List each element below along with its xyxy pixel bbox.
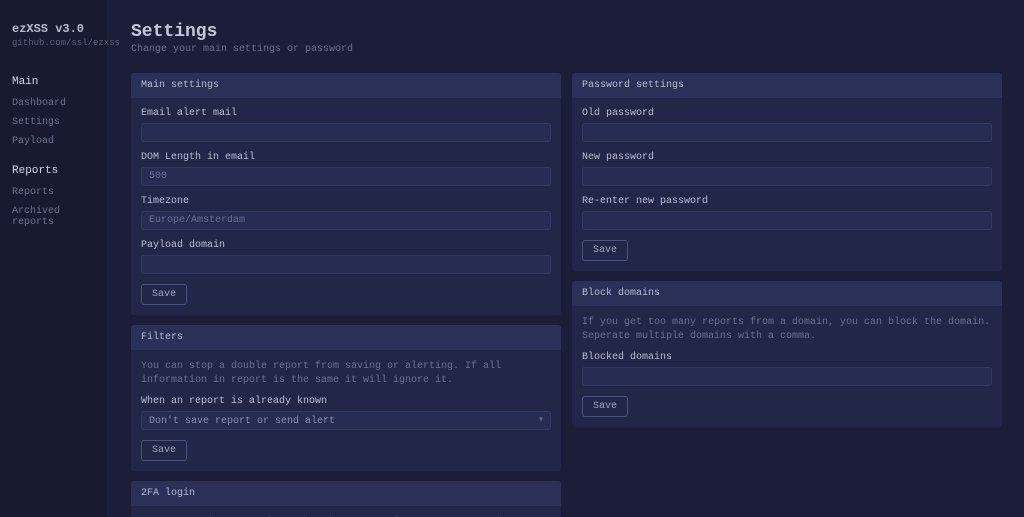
nav-heading-reports: Reports (12, 165, 95, 177)
card-header-block-domains: Block domains (572, 281, 1002, 306)
card-header-main-settings: Main settings (131, 73, 561, 98)
card-main-settings: Main settings Email alert mail DOM Lengt… (131, 73, 561, 315)
label-dom-length: DOM Length in email (141, 152, 551, 163)
save-main-settings-button[interactable]: Save (141, 284, 187, 305)
label-email-alert: Email alert mail (141, 108, 551, 119)
card-block-domains: Block domains If you get too many report… (572, 281, 1002, 427)
card-password: Password settings Old password New passw… (572, 73, 1002, 271)
input-blocked-domains[interactable] (582, 367, 992, 386)
card-filters: Filters You can stop a double report fro… (131, 325, 561, 471)
save-filters-button[interactable]: Save (141, 440, 187, 461)
input-renew-password[interactable] (582, 211, 992, 230)
input-dom-length[interactable] (141, 167, 551, 186)
nav-archived-reports[interactable]: Archived reports (12, 202, 95, 232)
main-content: Settings Change your main settings or pa… (107, 0, 1024, 517)
card-header-filters: Filters (131, 325, 561, 350)
filters-description: You can stop a double report from saving… (141, 360, 551, 388)
card-header-password: Password settings (572, 73, 1002, 98)
input-new-password[interactable] (582, 167, 992, 186)
page-subtitle: Change your main settings or password (131, 44, 1000, 55)
brand-link[interactable]: github.com/ssl/ezxss (12, 38, 95, 48)
label-timezone: Timezone (141, 196, 551, 207)
input-email-alert[interactable] (141, 123, 551, 142)
label-new-password: New password (582, 152, 992, 163)
input-payload-domain[interactable] (141, 255, 551, 274)
input-timezone[interactable] (141, 211, 551, 230)
card-header-2fa: 2FA login (131, 481, 561, 506)
label-report-known: When an report is already known (141, 396, 551, 407)
nav-reports[interactable]: Reports (12, 183, 95, 202)
select-report-known[interactable]: Don't save report or send alert (141, 411, 551, 430)
input-old-password[interactable] (582, 123, 992, 142)
label-renew-password: Re-enter new password (582, 196, 992, 207)
page-title: Settings (131, 22, 1000, 42)
nav-settings[interactable]: Settings (12, 113, 95, 132)
nav-dashboard[interactable]: Dashboard (12, 94, 95, 113)
brand-title: ezXSS v3.0 (12, 22, 95, 36)
block-description: If you get too many reports from a domai… (582, 316, 992, 344)
nav-heading-main: Main (12, 76, 95, 88)
label-old-password: Old password (582, 108, 992, 119)
sidebar: ezXSS v3.0 github.com/ssl/ezxss Main Das… (0, 0, 107, 517)
save-password-button[interactable]: Save (582, 240, 628, 261)
label-payload-domain: Payload domain (141, 240, 551, 251)
save-block-button[interactable]: Save (582, 396, 628, 417)
nav-payload[interactable]: Payload (12, 132, 95, 151)
card-2fa: 2FA login You can activate Google Authen… (131, 481, 561, 517)
label-blocked-domains: Blocked domains (582, 352, 992, 363)
